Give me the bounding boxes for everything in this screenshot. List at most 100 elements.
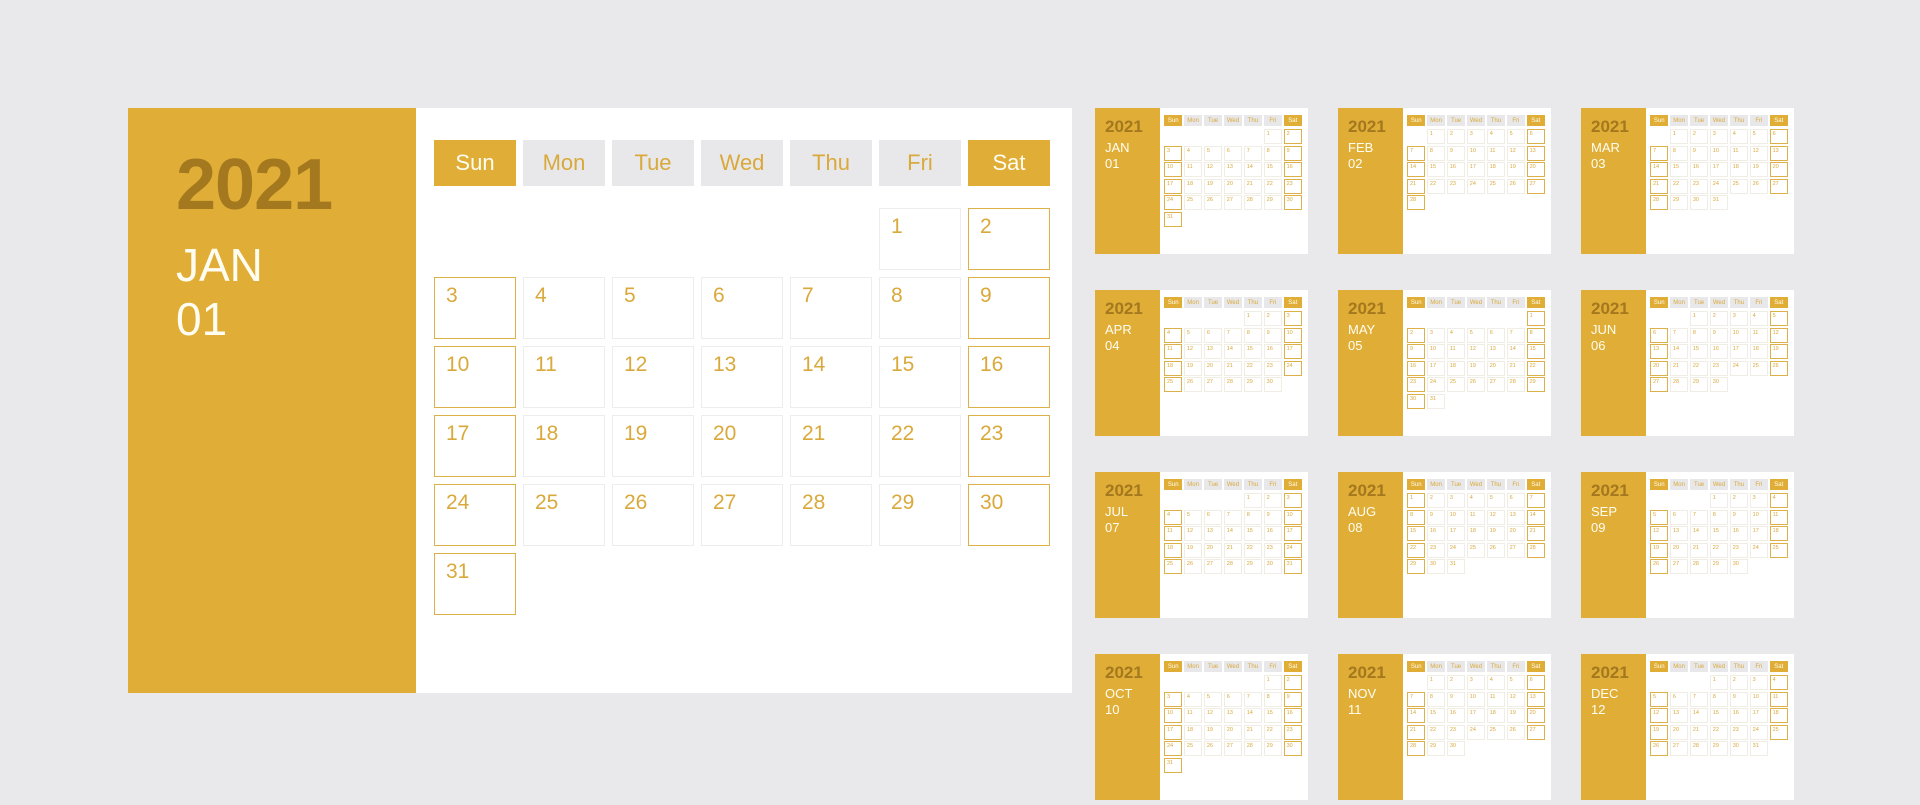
mini-month-jun[interactable]: 2021 JUN 06 Sun Mon Tue Wed Thu Fri Sat 1 2 3 4 5 6 7 8 9 1… bbox=[1581, 290, 1794, 436]
mini-day-cell[interactable]: 4 bbox=[1466, 493, 1486, 508]
mini-day-cell[interactable]: 14 bbox=[1689, 526, 1709, 541]
mini-day-cell[interactable]: 8 bbox=[1709, 509, 1729, 525]
mini-day-cell[interactable]: 11 bbox=[1183, 162, 1203, 177]
mini-day-cell[interactable]: 19 bbox=[1650, 724, 1669, 740]
mini-day-cell[interactable]: 28 bbox=[1669, 377, 1689, 392]
mini-day-cell[interactable]: 10 bbox=[1164, 708, 1183, 723]
mini-day-cell[interactable]: 30 bbox=[1426, 559, 1446, 574]
mini-day-cell[interactable]: 27 bbox=[1769, 178, 1788, 194]
mini-day-cell[interactable]: 3 bbox=[1283, 493, 1302, 508]
mini-day-cell[interactable]: 12 bbox=[1769, 327, 1788, 343]
mini-day-cell[interactable]: 2 bbox=[1709, 311, 1729, 326]
mini-day-cell[interactable]: 20 bbox=[1203, 360, 1223, 376]
mini-day-cell[interactable]: 1 bbox=[1709, 493, 1729, 508]
mini-day-cell[interactable]: 4 bbox=[1183, 145, 1203, 161]
mini-day-cell[interactable]: 9 bbox=[1729, 691, 1749, 707]
mini-day-cell[interactable]: 3 bbox=[1729, 311, 1749, 326]
mini-day-cell[interactable]: 26 bbox=[1650, 741, 1669, 756]
mini-day-cell[interactable]: 5 bbox=[1203, 145, 1223, 161]
mini-day-cell[interactable]: 1 bbox=[1243, 493, 1263, 508]
mini-day-cell[interactable]: 17 bbox=[1446, 526, 1466, 541]
mini-day-cell[interactable]: 26 bbox=[1203, 741, 1223, 756]
mini-day-cell[interactable]: 21 bbox=[1650, 178, 1669, 194]
featured-day-cell[interactable]: 5 bbox=[612, 277, 694, 339]
mini-day-cell[interactable]: 8 bbox=[1689, 327, 1709, 343]
mini-day-cell[interactable]: 14 bbox=[1526, 509, 1545, 525]
featured-day-cell[interactable]: 22 bbox=[879, 415, 961, 477]
mini-day-cell[interactable]: 11 bbox=[1164, 526, 1183, 541]
featured-day-cell[interactable]: 3 bbox=[434, 277, 516, 339]
mini-day-cell[interactable]: 11 bbox=[1729, 145, 1749, 161]
mini-day-cell[interactable]: 5 bbox=[1203, 691, 1223, 707]
mini-day-cell[interactable]: 26 bbox=[1769, 360, 1788, 376]
mini-day-cell[interactable]: 7 bbox=[1689, 691, 1709, 707]
mini-day-cell[interactable]: 24 bbox=[1749, 724, 1769, 740]
mini-day-cell[interactable]: 21 bbox=[1223, 542, 1243, 558]
mini-day-cell[interactable]: 24 bbox=[1283, 542, 1302, 558]
mini-day-cell[interactable]: 13 bbox=[1650, 344, 1669, 359]
mini-day-cell[interactable]: 3 bbox=[1164, 145, 1183, 161]
mini-day-cell[interactable]: 18 bbox=[1729, 162, 1749, 177]
mini-day-cell[interactable]: 5 bbox=[1506, 129, 1526, 144]
mini-day-cell[interactable]: 9 bbox=[1689, 145, 1709, 161]
mini-day-cell[interactable]: 2 bbox=[1263, 493, 1283, 508]
mini-month-dec[interactable]: 2021 DEC 12 Sun Mon Tue Wed Thu Fri Sat 1 2 3 4 5 6 7 8 9 1… bbox=[1581, 654, 1794, 800]
mini-month-jan[interactable]: 2021 JAN 01 Sun Mon Tue Wed Thu Fri Sat 1 2 3 4 5 6 7 8 9 1… bbox=[1095, 108, 1308, 254]
mini-day-cell[interactable]: 11 bbox=[1466, 509, 1486, 525]
mini-day-cell[interactable]: 17 bbox=[1749, 526, 1769, 541]
mini-day-cell[interactable]: 4 bbox=[1486, 675, 1506, 690]
mini-day-cell[interactable]: 21 bbox=[1689, 724, 1709, 740]
mini-day-cell[interactable]: 31 bbox=[1709, 195, 1729, 210]
mini-day-cell[interactable]: 2 bbox=[1283, 129, 1302, 144]
mini-day-cell[interactable]: 8 bbox=[1709, 691, 1729, 707]
mini-day-cell[interactable]: 16 bbox=[1709, 344, 1729, 359]
mini-day-cell[interactable]: 26 bbox=[1506, 178, 1526, 194]
mini-day-cell[interactable]: 15 bbox=[1263, 708, 1283, 723]
mini-day-cell[interactable]: 28 bbox=[1407, 195, 1426, 210]
mini-day-cell[interactable]: 22 bbox=[1709, 542, 1729, 558]
mini-day-cell[interactable]: 23 bbox=[1407, 377, 1426, 392]
mini-day-cell[interactable]: 12 bbox=[1203, 162, 1223, 177]
mini-day-cell[interactable]: 19 bbox=[1183, 360, 1203, 376]
mini-day-cell[interactable]: 30 bbox=[1446, 741, 1466, 756]
mini-day-cell[interactable]: 2 bbox=[1283, 675, 1302, 690]
mini-day-cell[interactable]: 30 bbox=[1283, 195, 1302, 210]
mini-day-cell[interactable]: 13 bbox=[1669, 708, 1689, 723]
mini-day-cell[interactable]: 6 bbox=[1223, 691, 1243, 707]
mini-day-cell[interactable]: 16 bbox=[1407, 360, 1426, 376]
mini-day-cell[interactable]: 22 bbox=[1263, 178, 1283, 194]
mini-day-cell[interactable]: 7 bbox=[1650, 145, 1669, 161]
mini-day-cell[interactable]: 7 bbox=[1669, 327, 1689, 343]
mini-day-cell[interactable]: 12 bbox=[1506, 145, 1526, 161]
mini-day-cell[interactable]: 26 bbox=[1650, 559, 1669, 574]
mini-day-cell[interactable]: 30 bbox=[1263, 377, 1283, 392]
mini-day-cell[interactable]: 6 bbox=[1526, 129, 1545, 144]
mini-day-cell[interactable]: 29 bbox=[1669, 195, 1689, 210]
mini-day-cell[interactable]: 2 bbox=[1263, 311, 1283, 326]
mini-day-cell[interactable]: 16 bbox=[1446, 708, 1466, 723]
mini-day-cell[interactable]: 3 bbox=[1446, 493, 1466, 508]
mini-day-cell[interactable]: 27 bbox=[1223, 195, 1243, 210]
mini-day-cell[interactable]: 1 bbox=[1709, 675, 1729, 690]
mini-day-cell[interactable]: 23 bbox=[1263, 542, 1283, 558]
mini-day-cell[interactable]: 5 bbox=[1769, 311, 1788, 326]
mini-day-cell[interactable]: 24 bbox=[1426, 377, 1446, 392]
mini-day-cell[interactable]: 6 bbox=[1769, 129, 1788, 144]
mini-day-cell[interactable]: 25 bbox=[1466, 542, 1486, 558]
mini-day-cell[interactable]: 26 bbox=[1506, 724, 1526, 740]
featured-day-cell[interactable]: 2 bbox=[968, 208, 1050, 270]
mini-day-cell[interactable]: 11 bbox=[1749, 327, 1769, 343]
mini-day-cell[interactable]: 11 bbox=[1486, 145, 1506, 161]
mini-day-cell[interactable]: 7 bbox=[1689, 509, 1709, 525]
mini-day-cell[interactable]: 25 bbox=[1164, 377, 1183, 392]
mini-day-cell[interactable]: 2 bbox=[1426, 493, 1446, 508]
mini-day-cell[interactable]: 22 bbox=[1263, 724, 1283, 740]
mini-day-cell[interactable]: 8 bbox=[1526, 327, 1545, 343]
mini-month-aug[interactable]: 2021 AUG 08 Sun Mon Tue Wed Thu Fri Sat 1 2 3 4 5 6 7 8 9 1… bbox=[1338, 472, 1551, 618]
mini-day-cell[interactable]: 19 bbox=[1486, 526, 1506, 541]
mini-day-cell[interactable]: 27 bbox=[1223, 741, 1243, 756]
mini-day-cell[interactable]: 7 bbox=[1223, 509, 1243, 525]
mini-day-cell[interactable]: 11 bbox=[1769, 509, 1788, 525]
mini-day-cell[interactable]: 19 bbox=[1749, 162, 1769, 177]
featured-day-cell[interactable]: 19 bbox=[612, 415, 694, 477]
